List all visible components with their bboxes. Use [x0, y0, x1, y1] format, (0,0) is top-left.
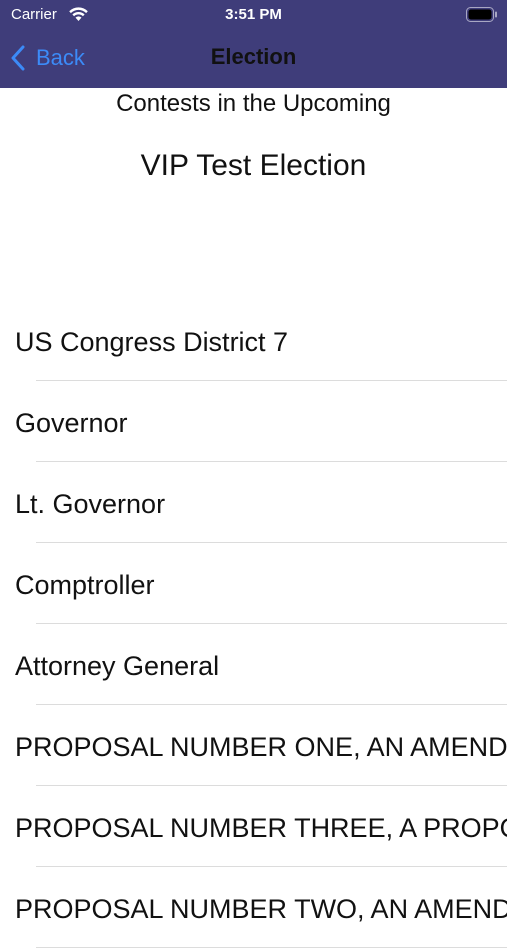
contest-label: Lt. Governor — [15, 489, 166, 519]
contest-row[interactable]: Comptroller — [0, 543, 507, 624]
contest-row[interactable]: PROPOSAL NUMBER ONE, AN AMEND — [0, 705, 507, 786]
contest-row[interactable]: PROPOSAL NUMBER TWO, AN AMEND — [0, 867, 507, 948]
election-name: VIP Test Election — [140, 149, 367, 182]
page-title: Election — [210, 44, 297, 69]
contests-heading: Contests in the Upcoming — [116, 90, 391, 117]
contest-row[interactable]: US Congress District 7 — [0, 300, 507, 381]
contest-label: PROPOSAL NUMBER ONE, AN AMEND — [15, 732, 507, 762]
contest-label: US Congress District 7 — [15, 327, 289, 357]
contest-label: Comptroller — [15, 570, 155, 600]
status-bar: Carrier 3:51 PM — [0, 0, 507, 30]
navigation-bar: Back Election — [0, 30, 507, 88]
status-time: 3:51 PM — [225, 6, 282, 23]
contest-row[interactable]: Lt. Governor — [0, 462, 507, 543]
contest-label: PROPOSAL NUMBER TWO, AN AMEND — [15, 894, 507, 924]
contest-row[interactable]: PROPOSAL NUMBER THREE, A PROPO — [0, 786, 507, 867]
contest-label: PROPOSAL NUMBER THREE, A PROPO — [15, 813, 507, 843]
contest-label: Governor — [15, 408, 128, 438]
contest-row[interactable]: Governor — [0, 381, 507, 462]
contest-label: Attorney General — [15, 651, 220, 681]
battery-icon — [466, 7, 497, 22]
contest-row[interactable]: Attorney General — [0, 624, 507, 705]
top-bar: Carrier 3:51 PM Back Election — [0, 0, 507, 88]
contest-list: US Congress District 7 Governor Lt. Gove… — [0, 300, 507, 948]
